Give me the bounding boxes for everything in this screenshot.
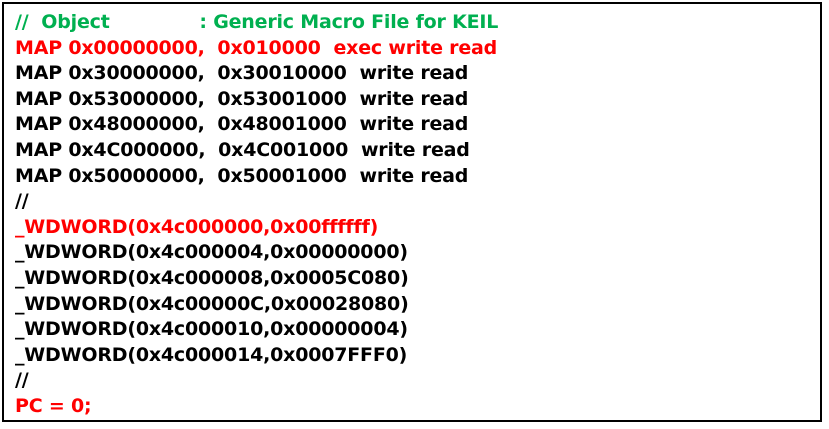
code-line-wdword-2: _WDWORD(0x4c000008,0x0005C080) — [15, 266, 409, 289]
code-line-map-1: MAP 0x30000000, 0x30010000 write read — [15, 62, 469, 85]
code-line-wdword-5: _WDWORD(0x4c000014,0x0007FFF0) — [15, 343, 408, 366]
code-line-map-4: MAP 0x4C000000, 0x4C001000 write read — [15, 138, 470, 161]
code-lines: // Object : Generic Macro File for KEIL … — [15, 10, 498, 420]
code-line-pc-reset: PC = 0; — [15, 394, 92, 417]
code-line-wdword-3: _WDWORD(0x4c00000C,0x00028080) — [15, 292, 409, 315]
code-line-map-5: MAP 0x50000000, 0x50001000 write read — [15, 164, 469, 187]
code-line-map-0: MAP 0x00000000, 0x010000 exec write read — [15, 36, 498, 59]
code-line-wdword-0: _WDWORD(0x4c000000,0x00ffffff) — [15, 215, 379, 238]
code-line-map-2: MAP 0x53000000, 0x53001000 write read — [15, 87, 469, 110]
code-line-comment-separator-1: // — [15, 190, 29, 213]
code-line-wdword-4: _WDWORD(0x4c000010,0x00000004) — [15, 318, 408, 341]
macro-file-panel: // Object : Generic Macro File for KEIL … — [2, 2, 822, 422]
code-line-comment-separator-2: // — [15, 369, 29, 392]
code-line-map-3: MAP 0x48000000, 0x48001000 write read — [15, 113, 469, 136]
code-line-wdword-1: _WDWORD(0x4c000004,0x00000000) — [15, 241, 408, 264]
code-line-comment-header: // Object : Generic Macro File for KEIL — [15, 11, 499, 33]
